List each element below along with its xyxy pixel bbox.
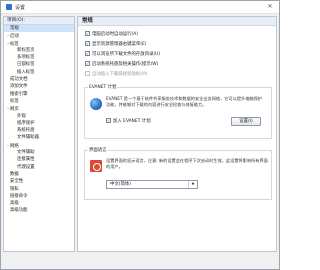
sidebar-item[interactable]: 搜索引擎 <box>4 91 74 98</box>
sidebar-item[interactable]: 添加文件 <box>4 83 74 90</box>
checkbox-box[interactable] <box>106 117 111 123</box>
sidebar-item-label: 安全性 <box>10 179 24 185</box>
sidebar-item[interactable]: 已锁标签 <box>4 61 74 68</box>
sidebar-item[interactable]: 代理设置 <box>4 164 74 171</box>
sidebar-item[interactable]: 链接命令 <box>4 193 74 200</box>
sidebar-item[interactable]: 多项标签 <box>4 54 74 61</box>
sidebar-item-label: 成功文档 <box>10 77 28 83</box>
sidebar-item-label: 标签 <box>10 41 19 47</box>
sidebar-item[interactable]: 标签 <box>4 98 74 105</box>
sidebar-item[interactable]: 高级功能 <box>4 207 74 214</box>
checkbox-label: 自动插入下载链接剪贴板(M) <box>92 72 148 77</box>
language-select[interactable]: 中文(简体) ▼ <box>106 180 198 189</box>
option-checkbox: 自动插入下载链接剪贴板(M) <box>85 70 148 78</box>
sidebar-item-label: 系统托盘 <box>17 128 35 134</box>
option-checkbox[interactable]: 显示资源管理器右键菜单(E) <box>85 40 147 48</box>
sidebar-item[interactable]: 安全性 <box>4 178 74 185</box>
checkbox-label: 显示资源管理器右键菜单(E) <box>92 42 147 47</box>
sidebar-item-label: 标签 <box>10 98 19 104</box>
option-checkbox[interactable]: 可以浏览所下载文件的存放目录(U) <box>85 50 161 58</box>
checkbox-label: 可以浏览所下载文件的存放目录(U) <box>92 52 161 57</box>
evanet-description: EVANET 是一个基于软件共享服务技术和数据的安全业务网络，它可以提升电脑保护… <box>106 96 262 107</box>
checkbox-box[interactable] <box>85 50 90 56</box>
sidebar-item-label: 高级 <box>10 201 19 207</box>
sidebar-item[interactable]: 数据 <box>4 171 74 178</box>
option-checkbox[interactable]: 启动系统托盘及相关操作(提示/W) <box>85 60 159 68</box>
panel-title: 常规 <box>78 17 276 26</box>
sidebar-item-label: 多项标签 <box>17 55 35 61</box>
sidebar-item-label: 程序保护 <box>17 120 35 126</box>
window-title: 设置 <box>15 5 26 11</box>
evanet-group: EVANET 计划 EVANET 是一个基于软件共享服务技术和数据的安全业务网络… <box>84 85 272 139</box>
evanet-group-title: EVANET 计划 <box>88 85 118 90</box>
sidebar-item[interactable]: 成功文档 <box>4 76 74 83</box>
sidebar-item-label: 网页 <box>10 107 19 113</box>
sidebar-item-label: 连接属性 <box>17 157 35 163</box>
sidebar-item[interactable]: 外观 <box>4 113 74 120</box>
language-selected-value: 中文(简体) <box>110 182 131 187</box>
checkbox-box <box>85 70 90 76</box>
checkbox-box[interactable] <box>85 60 90 66</box>
sidebar-item-label: 文件辅助 <box>17 150 35 156</box>
sidebar-item[interactable]: 高级 <box>4 200 74 207</box>
sidebar-header: 项目(O): <box>4 17 74 25</box>
sidebar-item[interactable]: 程序保护 <box>4 120 74 127</box>
checkbox-label: 电脑启动时自动运行(A) <box>92 32 138 37</box>
settings-panel: 常规 电脑启动时自动运行(A) 显示资源管理器右键菜单(E) 可以浏览所下载文件的存… <box>77 16 277 252</box>
sidebar-item-label: 代理设置 <box>17 164 35 170</box>
title-bar: 设置 ✕ <box>1 1 279 14</box>
checkbox-box[interactable] <box>85 30 90 36</box>
sidebar-item-label: 常规 <box>10 26 19 31</box>
sidebar-item[interactable]: 常规 <box>4 25 74 33</box>
sidebar-item-label: 启动 <box>10 34 19 40</box>
sidebar-item[interactable]: −网络 <box>4 142 74 149</box>
sidebar-item[interactable]: 文件辅助器 <box>4 134 74 141</box>
sidebar-item-label: 网络 <box>10 143 19 149</box>
sidebar-item-label: 外观 <box>17 113 26 119</box>
sidebar-item-label: 添加文件 <box>10 84 28 90</box>
settings-window: 设置 ✕ 项目(O): 常规 −启动 −标签 新标签页 多项标签 已锁标签 插入标签 成功文档… <box>0 0 280 270</box>
sidebar-item-label: 数据 <box>10 171 19 177</box>
close-icon[interactable]: ✕ <box>266 3 274 11</box>
dialog-footer <box>1 253 279 269</box>
sidebar-item[interactable]: 连接属性 <box>4 156 74 163</box>
sidebar-item-label: 搜索引擎 <box>10 91 28 97</box>
language-icon <box>90 160 102 172</box>
sidebar-item[interactable]: −网页 <box>4 105 74 112</box>
app-icon <box>6 4 12 10</box>
option-checkbox[interactable]: 电脑启动时自动运行(A) <box>85 30 138 38</box>
sidebar-item[interactable]: 隐私 <box>4 186 74 193</box>
chevron-down-icon[interactable]: ▼ <box>188 181 197 188</box>
sidebar-item-label: 已锁标签 <box>17 62 35 68</box>
sidebar-item-label: 高级功能 <box>10 208 28 214</box>
language-group-title: 界面语言 <box>88 148 108 153</box>
language-description: 设置界面的显示语言，注意: 新的设置会在程序下次启动时生效，此设置将影响所有界面… <box>106 158 268 169</box>
globe-icon <box>90 98 102 110</box>
sidebar-item[interactable]: −标签 <box>4 40 74 47</box>
sidebar-item[interactable]: 文件辅助 <box>4 149 74 156</box>
join-evanet-checkbox[interactable]: 加入 EVANET 计划 <box>106 117 151 124</box>
sidebar-item-label: 文件辅助器 <box>17 135 39 141</box>
sidebar-item[interactable]: 新标签页 <box>4 47 74 54</box>
sidebar-item-label: 链接命令 <box>10 193 28 199</box>
language-group: 界面语言 设置界面的显示语言，注意: 新的设置会在程序下次启动时生效，此设置将影… <box>84 148 272 200</box>
sidebar-item[interactable]: 插入标签 <box>4 69 74 76</box>
evanet-settings-button[interactable]: 设置(I) <box>231 117 261 126</box>
checkbox-label: 启动系统托盘及相关操作(提示/W) <box>92 62 159 67</box>
join-evanet-label: 加入 EVANET 计划 <box>113 119 151 124</box>
category-tree: 常规 −启动 −标签 新标签页 多项标签 已锁标签 插入标签 成功文档 添加文件 搜索引擎 标签 −网… <box>4 25 74 215</box>
sidebar-item-label: 隐私 <box>10 186 19 192</box>
sidebar-item[interactable]: 系统托盘 <box>4 127 74 134</box>
sidebar-item[interactable]: −启动 <box>4 32 74 39</box>
category-sidebar: 项目(O): 常规 −启动 −标签 新标签页多项标签 已锁标签 插入标签成功文档 添加文件搜… <box>3 16 75 252</box>
checkbox-box[interactable] <box>85 40 90 46</box>
sidebar-item-label: 新标签页 <box>17 47 35 53</box>
sidebar-item-label: 插入标签 <box>17 69 35 75</box>
